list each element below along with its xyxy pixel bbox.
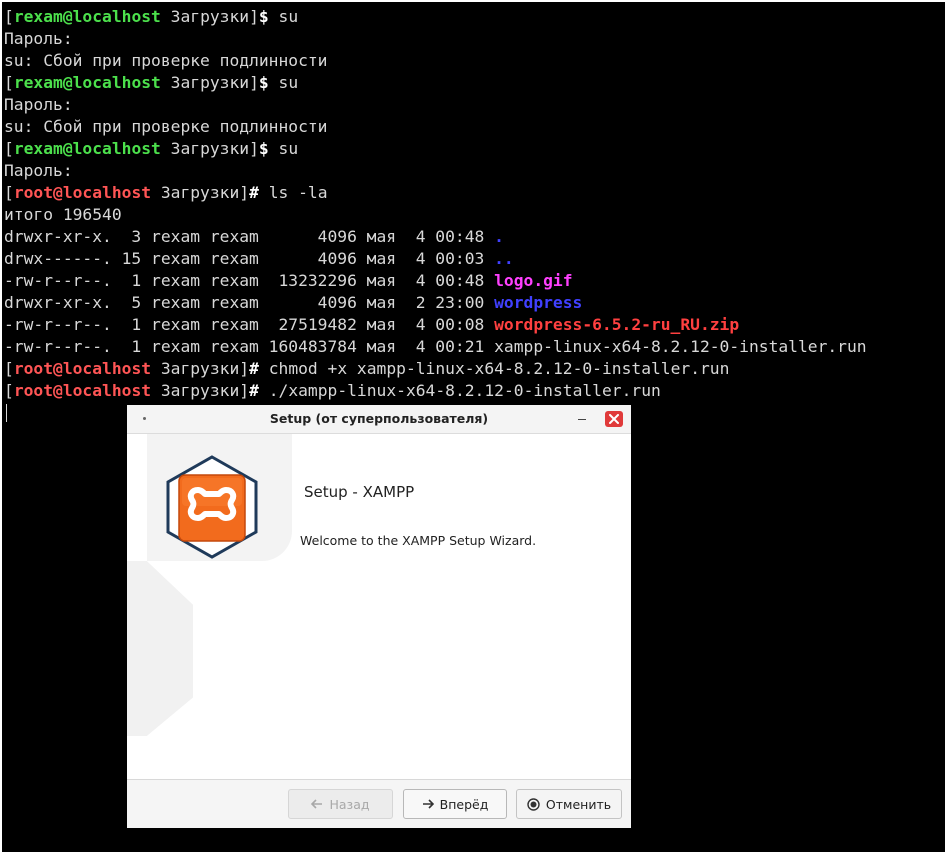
terminal-text: -rw-r--r--. 1 rexam rexam 160483784 мая … xyxy=(4,337,867,356)
terminal-text: [ xyxy=(4,7,14,26)
terminal-text: ls -la xyxy=(258,183,328,202)
terminal-line: итого 196540 xyxy=(4,204,867,226)
back-button-label: Назад xyxy=(329,796,370,812)
terminal-text: . xyxy=(494,227,504,246)
terminal-text: wordpress xyxy=(494,293,583,312)
terminal-text: # xyxy=(249,359,259,378)
terminal-text: rexam@localhost xyxy=(13,7,161,26)
terminal-text: Загрузки xyxy=(151,381,240,400)
terminal-text: chmod +x xampp-linux-x64-8.2.12-0-instal… xyxy=(258,359,730,378)
terminal-text: Пароль: xyxy=(4,161,73,180)
terminal-text: drwxr-xr-x. 3 rexam rexam 4096 мая 4 00:… xyxy=(4,227,495,246)
terminal-line: Пароль: xyxy=(4,28,867,50)
terminal-text: $ xyxy=(258,73,269,92)
terminal-text: -rw-r--r--. 1 rexam rexam 27519482 мая 4… xyxy=(4,315,495,334)
cancel-button[interactable]: Отменить xyxy=(516,789,622,819)
terminal-text: Загрузки xyxy=(151,183,240,202)
terminal-cursor xyxy=(6,404,7,422)
terminal-text: root@localhost xyxy=(13,183,152,202)
terminal-line: [root@localhost Загрузки]# ./xampp-linux… xyxy=(4,380,867,402)
back-button[interactable]: Назад xyxy=(288,789,393,819)
terminal-text: Загрузки xyxy=(160,139,250,158)
dialog-body: Setup - XAMPP Welcome to the XAMPP Setup… xyxy=(127,434,631,779)
terminal-text: ./xampp-linux-x64-8.2.12-0-installer.run xyxy=(258,381,661,400)
terminal-text: drwx------. 15 rexam rexam 4096 мая 4 00… xyxy=(4,249,495,268)
terminal-text: rexam@localhost xyxy=(13,139,161,158)
terminal-text: [ xyxy=(4,183,14,202)
terminal-line: su: Сбой при проверке подлинности xyxy=(4,50,867,72)
terminal-text: .. xyxy=(494,249,514,268)
next-button[interactable]: Вперёд xyxy=(403,789,507,819)
xampp-logo xyxy=(166,455,258,559)
terminal-text: wordpress-6.5.2-ru_RU.zip xyxy=(494,315,740,334)
terminal-line: drwx------. 15 rexam rexam 4096 мая 4 00… xyxy=(4,248,867,270)
terminal-line: su: Сбой при проверке подлинности xyxy=(4,116,867,138)
terminal-text: ] xyxy=(249,139,259,158)
arrow-left-icon xyxy=(311,799,323,809)
terminal-text: $ xyxy=(258,139,269,158)
terminal-line: [root@localhost Загрузки]# chmod +x xamp… xyxy=(4,358,867,380)
terminal-text: logo.gif xyxy=(494,271,573,290)
close-button[interactable] xyxy=(605,411,623,427)
terminal-text: su xyxy=(268,7,299,26)
terminal-text: su: Сбой при проверке подлинности xyxy=(4,51,328,70)
dialog-footer: Назад Вперёд Отменить xyxy=(127,779,631,828)
terminal-text: Загрузки xyxy=(160,7,250,26)
terminal-text: su: Сбой при проверке подлинности xyxy=(4,117,328,136)
terminal-text: root@localhost xyxy=(13,359,152,378)
terminal-text: [ xyxy=(4,139,14,158)
terminal-text: Загрузки xyxy=(160,73,250,92)
terminal-text: Пароль: xyxy=(4,95,73,114)
terminal-text: su xyxy=(268,73,299,92)
terminal-text: ] xyxy=(239,183,250,202)
terminal-line: Пароль: xyxy=(4,160,867,182)
terminal-line: [rexam@localhost Загрузки]$ su xyxy=(4,138,867,160)
terminal-line: Пароль: xyxy=(4,94,867,116)
terminal-line: -rw-r--r--. 1 rexam rexam 13232296 мая 4… xyxy=(4,270,867,292)
setup-heading: Setup - XAMPP xyxy=(304,483,415,501)
minimize-icon[interactable] xyxy=(578,419,586,420)
stop-circle-icon xyxy=(527,797,540,811)
terminal-line: -rw-r--r--. 1 rexam rexam 160483784 мая … xyxy=(4,336,867,358)
dialog-title: Setup (от суперпользователя) xyxy=(269,411,489,426)
terminal-text: [ xyxy=(4,359,14,378)
terminal-output: [rexam@localhost Загрузки]$ su Пароль: su:… xyxy=(4,6,867,402)
decorative-shape xyxy=(127,561,193,736)
terminal-text: # xyxy=(249,183,259,202)
terminal-text: Пароль: xyxy=(4,29,73,48)
terminal-line: -rw-r--r--. 1 rexam rexam 27519482 мая 4… xyxy=(4,314,867,336)
cancel-button-label: Отменить xyxy=(545,796,612,812)
terminal-text: ] xyxy=(249,7,259,26)
close-icon xyxy=(609,414,619,424)
next-button-label: Вперёд xyxy=(439,796,489,812)
terminal-line: [root@localhost Загрузки]# ls -la xyxy=(4,182,867,204)
welcome-text: Welcome to the XAMPP Setup Wizard. xyxy=(300,533,537,548)
terminal-text: [ xyxy=(4,73,14,92)
terminal-text: [ xyxy=(4,381,14,400)
terminal-text: Загрузки xyxy=(151,359,240,378)
terminal-line: [rexam@localhost Загрузки]$ su xyxy=(4,6,867,28)
terminal-text: ] xyxy=(239,359,250,378)
terminal-line: drwxr-xr-x. 5 rexam rexam 4096 мая 2 23:… xyxy=(4,292,867,314)
terminal-text: rexam@localhost xyxy=(13,73,161,92)
terminal-text: drwxr-xr-x. 5 rexam rexam 4096 мая 2 23:… xyxy=(4,293,495,312)
terminal-text: итого 196540 xyxy=(4,205,122,224)
dialog-titlebar[interactable]: Setup (от суперпользователя) xyxy=(127,405,631,434)
terminal-text: -rw-r--r--. 1 rexam rexam 13232296 мая 4… xyxy=(4,271,495,290)
terminal-line: [rexam@localhost Загрузки]$ su xyxy=(4,72,867,94)
terminal-text: ] xyxy=(249,73,259,92)
arrow-right-icon xyxy=(422,799,434,809)
terminal-text: # xyxy=(249,381,259,400)
terminal-text: ] xyxy=(239,381,250,400)
terminal-text: root@localhost xyxy=(13,381,152,400)
terminal-line: drwxr-xr-x. 3 rexam rexam 4096 мая 4 00:… xyxy=(4,226,867,248)
terminal-text: $ xyxy=(258,7,269,26)
setup-dialog: Setup (от суперпользователя) Setup - XAM… xyxy=(127,405,631,828)
terminal-text: su xyxy=(268,139,299,158)
